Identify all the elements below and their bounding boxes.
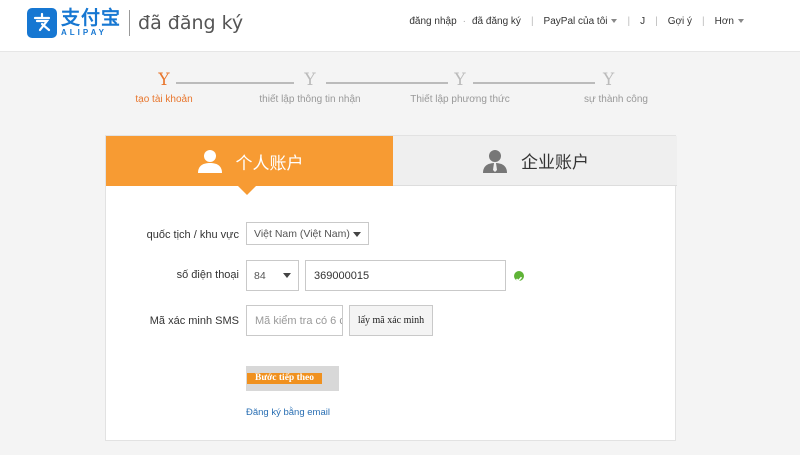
- tab-business-label: 企业账户: [521, 153, 589, 173]
- business-person-icon: [483, 149, 507, 173]
- step-payment-method: Y Thiết lập phương thức: [400, 70, 520, 105]
- registration-card: 个人账户 企业账户 quốc tịch / khu vực Việt Nam (…: [105, 135, 677, 441]
- nationality-value: Việt Nam (Việt Nam): [254, 227, 350, 240]
- account-type-tabs: 个人账户 企业账户: [106, 136, 677, 186]
- nav-paypal-label: PayPal của tôi: [543, 16, 608, 27]
- top-header: 支付宝 ALIPAY đã đăng ký đăng nhập · đã đăn…: [0, 0, 800, 52]
- tab-business-account[interactable]: 企业账户: [393, 136, 677, 186]
- nav-login-link[interactable]: đăng nhập: [409, 16, 456, 27]
- logo-divider: [129, 10, 131, 36]
- get-sms-code-label: lấy mã xác minh: [357, 315, 425, 326]
- step-label: sự thành công: [584, 94, 648, 105]
- get-sms-code-button[interactable]: lấy mã xác minh: [349, 305, 433, 336]
- tab-personal-account[interactable]: 个人账户: [106, 136, 393, 186]
- step-success: Y sự thành công: [570, 70, 650, 105]
- nav-paypal-menu[interactable]: PayPal của tôi: [544, 16, 618, 27]
- logo-chinese-text: 支付宝: [61, 7, 122, 29]
- country-code-value: 84: [254, 269, 266, 282]
- sms-label: Mã xác minh SMS: [149, 315, 239, 327]
- nationality-label: quốc tịch / khu vực: [146, 229, 239, 241]
- nav-divider: |: [530, 16, 534, 27]
- next-step-button[interactable]: Bước tiếp theo: [246, 366, 339, 391]
- person-icon: [197, 150, 222, 173]
- sms-code-input[interactable]: Mã kiểm tra có 6 c: [246, 305, 343, 336]
- chevron-down-icon: [611, 19, 618, 24]
- nav-suggest-link[interactable]: Gợi ý: [668, 16, 692, 27]
- tab-personal-label: 个人账户: [235, 153, 304, 174]
- country-code-select[interactable]: 84: [246, 260, 299, 291]
- nav-divider: |: [702, 16, 705, 27]
- step-label: thiết lập thông tin nhận: [259, 94, 361, 105]
- step-receive-info: Y thiết lập thông tin nhận: [250, 70, 370, 105]
- step-marker-icon: Y: [454, 70, 466, 90]
- sms-code-placeholder: Mã kiểm tra có 6 c: [255, 314, 343, 327]
- alipay-logo-icon: [27, 8, 57, 38]
- chevron-down-icon: [353, 232, 361, 237]
- progress-steps: Y tạo tài khoản Y thiết lập thông tin nh…: [130, 70, 650, 120]
- top-nav: đăng nhập · đã đăng ký | PayPal của tôi …: [403, 16, 750, 27]
- phone-label: số điện thoại: [176, 269, 239, 281]
- step-marker-icon: Y: [158, 70, 170, 90]
- nav-more-label: Hơn: [714, 16, 734, 27]
- step-marker-icon: Y: [304, 70, 316, 90]
- nav-j-link[interactable]: J: [640, 16, 645, 27]
- logo-english-text: ALIPAY: [61, 28, 108, 37]
- nav-divider: |: [655, 16, 658, 27]
- nationality-select[interactable]: Việt Nam (Việt Nam): [246, 222, 369, 245]
- alipay-logo[interactable]: 支付宝 ALIPAY đã đăng ký: [27, 8, 243, 38]
- step-marker-icon: Y: [603, 70, 615, 90]
- checkmark-icon: [514, 271, 524, 282]
- nav-dot-separator: ·: [462, 16, 466, 27]
- step-label: Thiết lập phương thức: [410, 94, 510, 105]
- nav-divider: |: [627, 16, 631, 27]
- page-title: đã đăng ký: [138, 12, 244, 34]
- next-step-label: Bước tiếp theo: [247, 373, 322, 384]
- nav-more-menu[interactable]: Hơn: [715, 16, 744, 27]
- phone-input[interactable]: 369000015: [305, 260, 506, 291]
- phone-input-value: 369000015: [314, 269, 370, 282]
- step-label: tạo tài khoản: [135, 94, 193, 105]
- register-by-email-link[interactable]: Đăng ký bằng email: [246, 407, 330, 418]
- chevron-down-icon: [738, 19, 744, 24]
- nav-registered-link[interactable]: đã đăng ký: [472, 16, 521, 27]
- chevron-down-icon: [283, 273, 291, 278]
- active-tab-pointer: [238, 186, 256, 195]
- step-create-account: Y tạo tài khoản: [134, 70, 194, 105]
